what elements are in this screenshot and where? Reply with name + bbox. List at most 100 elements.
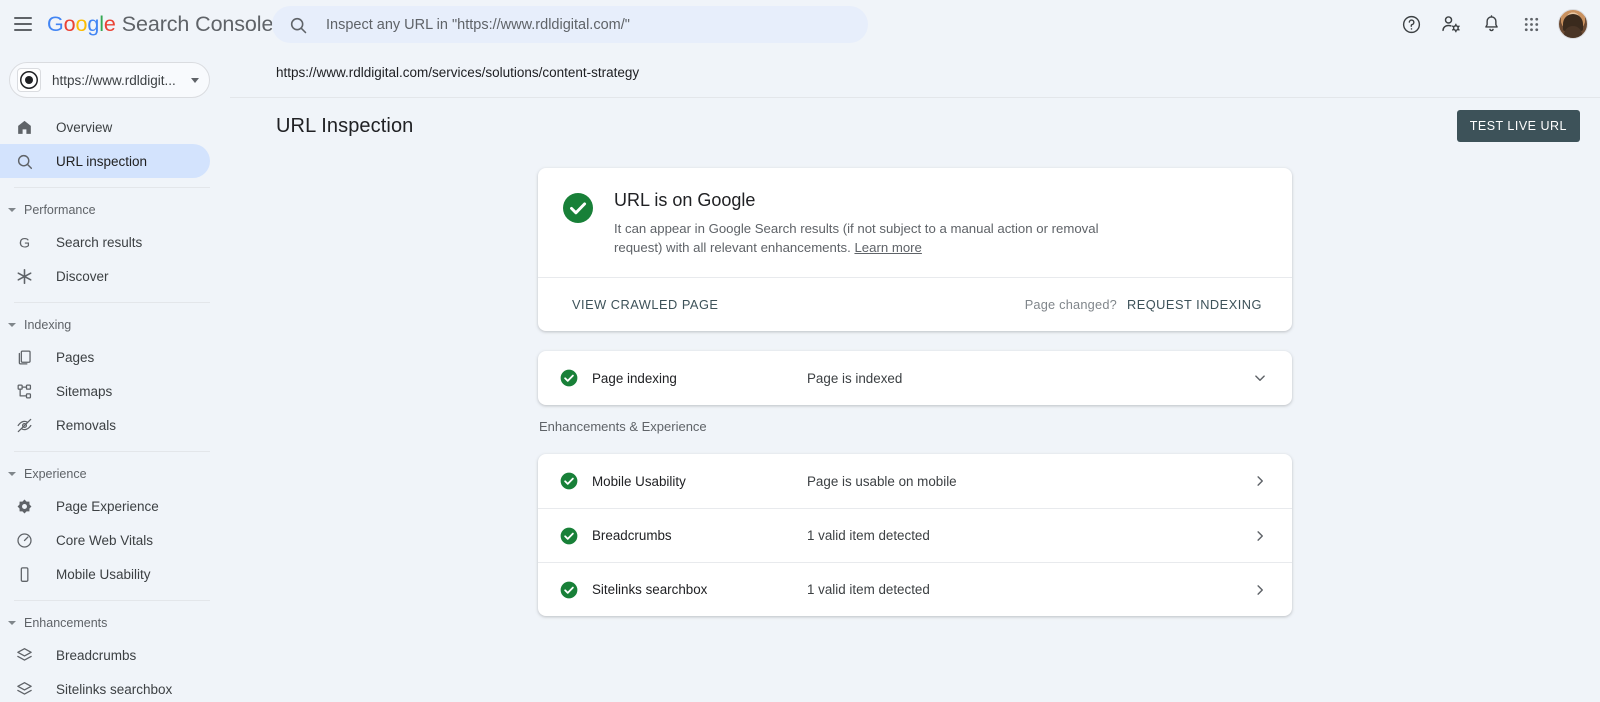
url-status-card-body: URL is on Google It can appear in Google… xyxy=(538,168,1292,277)
svg-text:G: G xyxy=(18,235,29,251)
sidebar-item-label: Overview xyxy=(56,120,112,135)
top-app-bar: GoogleSearch Console xyxy=(0,0,1600,48)
chevron-down-icon[interactable] xyxy=(1250,368,1270,388)
notifications-bell-icon[interactable] xyxy=(1471,4,1511,44)
sidebar-item-label: Core Web Vitals xyxy=(56,533,153,548)
page-indexing-label: Page indexing xyxy=(592,371,807,386)
chevron-right-icon[interactable] xyxy=(1250,471,1270,491)
property-selector[interactable]: https://www.rdldigit... xyxy=(9,62,210,98)
sidebar-item-url-inspection[interactable]: URL inspection xyxy=(0,144,210,178)
brand-letter: G xyxy=(47,12,64,37)
sidebar: https://www.rdldigit... Overview URL insp… xyxy=(0,48,230,702)
nav-group-enhancements[interactable]: Enhancements xyxy=(0,610,230,636)
page-indexing-card: Page indexing Page is indexed xyxy=(538,351,1292,405)
learn-more-link[interactable]: Learn more xyxy=(854,240,921,255)
url-status-card: URL is on Google It can appear in Google… xyxy=(538,168,1292,331)
enhancement-label: Sitelinks searchbox xyxy=(592,582,807,597)
sidebar-nav: Overview URL inspection Performance G Search… xyxy=(0,110,230,702)
sidebar-item-discover[interactable]: Discover xyxy=(0,259,210,293)
sidebar-item-label: Search results xyxy=(56,235,142,250)
home-icon xyxy=(14,117,34,137)
enhancement-row[interactable]: Mobile UsabilityPage is usable on mobile xyxy=(538,454,1292,508)
sidebar-item-removals[interactable]: Removals xyxy=(0,408,210,442)
page-title: URL Inspection xyxy=(276,115,413,138)
view-crawled-page-button[interactable]: VIEW CRAWLED PAGE xyxy=(562,289,728,320)
sidebar-item-page-experience[interactable]: Page Experience xyxy=(0,489,210,523)
search-icon xyxy=(288,15,308,35)
sidebar-item-label: Page Experience xyxy=(56,499,159,514)
layers-icon xyxy=(14,679,34,699)
help-icon[interactable] xyxy=(1391,4,1431,44)
url-inspection-search-bar[interactable] xyxy=(272,6,868,43)
brand-product-name: Search Console xyxy=(122,12,274,37)
sidebar-item-search-results[interactable]: G Search results xyxy=(0,225,210,259)
sidebar-item-pages[interactable]: Pages xyxy=(0,340,210,374)
sidebar-item-label: URL inspection xyxy=(56,154,147,169)
nav-group-experience[interactable]: Experience xyxy=(0,461,230,487)
enhancement-value: Page is usable on mobile xyxy=(807,474,1250,489)
sitemaps-icon xyxy=(14,381,34,401)
enhancements-card: Mobile UsabilityPage is usable on mobile… xyxy=(538,454,1292,616)
avatar[interactable] xyxy=(1558,9,1588,39)
brand-letter: o xyxy=(64,12,76,37)
url-status-card-actions: VIEW CRAWLED PAGE Page changed? REQUEST … xyxy=(538,277,1292,331)
sidebar-item-label: Mobile Usability xyxy=(56,567,151,582)
chevron-down-icon xyxy=(191,78,199,83)
search-icon xyxy=(14,151,34,171)
brand-letter: o xyxy=(75,12,87,37)
page-changed-label: Page changed? xyxy=(1025,297,1117,312)
nav-divider xyxy=(14,600,210,601)
nav-group-label: Enhancements xyxy=(24,616,107,630)
nav-group-label: Experience xyxy=(24,467,87,481)
nav-group-performance[interactable]: Performance xyxy=(0,197,230,223)
page-header: URL Inspection TEST LIVE URL xyxy=(230,98,1600,154)
sidebar-item-sitelinks-searchbox[interactable]: Sitelinks searchbox xyxy=(0,672,210,702)
sidebar-item-label: Sitelinks searchbox xyxy=(56,682,172,697)
enhancement-value: 1 valid item detected xyxy=(807,582,1250,597)
property-selector-label: https://www.rdldigit... xyxy=(52,73,191,88)
nav-group-label: Indexing xyxy=(24,318,71,332)
content-column: URL is on Google It can appear in Google… xyxy=(230,154,1600,616)
check-circle-icon xyxy=(560,527,578,545)
enhancement-row[interactable]: Sitelinks searchbox1 valid item detected xyxy=(538,562,1292,616)
nav-group-indexing[interactable]: Indexing xyxy=(0,312,230,338)
sidebar-item-mobile-usability[interactable]: Mobile Usability xyxy=(0,557,210,591)
nav-divider xyxy=(14,302,210,303)
enhancement-row[interactable]: Breadcrumbs1 valid item detected xyxy=(538,508,1292,562)
check-circle-icon xyxy=(560,581,578,599)
inspected-url-bar: https://www.rdldigital.com/services/solu… xyxy=(230,48,1600,98)
inspected-url-text: https://www.rdldigital.com/services/solu… xyxy=(276,65,639,80)
chevron-right-icon[interactable] xyxy=(1250,580,1270,600)
check-circle-icon xyxy=(562,192,594,224)
search-input[interactable] xyxy=(326,17,852,33)
page-experience-icon xyxy=(14,496,34,516)
account-settings-icon[interactable] xyxy=(1431,4,1471,44)
hamburger-menu-icon[interactable] xyxy=(11,12,35,36)
chevron-down-icon xyxy=(8,621,16,625)
request-indexing-button[interactable]: REQUEST INDEXING xyxy=(1117,289,1272,320)
page-indexing-row[interactable]: Page indexing Page is indexed xyxy=(538,351,1292,405)
test-live-url-button[interactable]: TEST LIVE URL xyxy=(1457,110,1580,142)
sidebar-item-breadcrumbs[interactable]: Breadcrumbs xyxy=(0,638,210,672)
sidebar-item-sitemaps[interactable]: Sitemaps xyxy=(0,374,210,408)
url-status-text-block: URL is on Google It can appear in Google… xyxy=(614,190,1134,257)
url-status-title: URL is on Google xyxy=(614,190,1134,211)
apps-grid-icon[interactable] xyxy=(1511,4,1551,44)
sidebar-item-label: Sitemaps xyxy=(56,384,112,399)
sidebar-item-overview[interactable]: Overview xyxy=(0,110,210,144)
chevron-right-icon[interactable] xyxy=(1250,526,1270,546)
nav-group-label: Performance xyxy=(24,203,96,217)
layers-icon xyxy=(14,645,34,665)
enhancement-label: Breadcrumbs xyxy=(592,528,807,543)
mobile-phone-icon xyxy=(14,564,34,584)
nav-divider xyxy=(14,187,210,188)
sidebar-item-label: Removals xyxy=(56,418,116,433)
nav-divider xyxy=(14,451,210,452)
google-g-icon: G xyxy=(14,232,34,252)
chevron-down-icon xyxy=(8,208,16,212)
pages-copy-icon xyxy=(14,347,34,367)
brand-letter: g xyxy=(87,12,99,37)
sidebar-item-label: Discover xyxy=(56,269,109,284)
chevron-down-icon xyxy=(8,472,16,476)
sidebar-item-core-web-vitals[interactable]: Core Web Vitals xyxy=(0,523,210,557)
